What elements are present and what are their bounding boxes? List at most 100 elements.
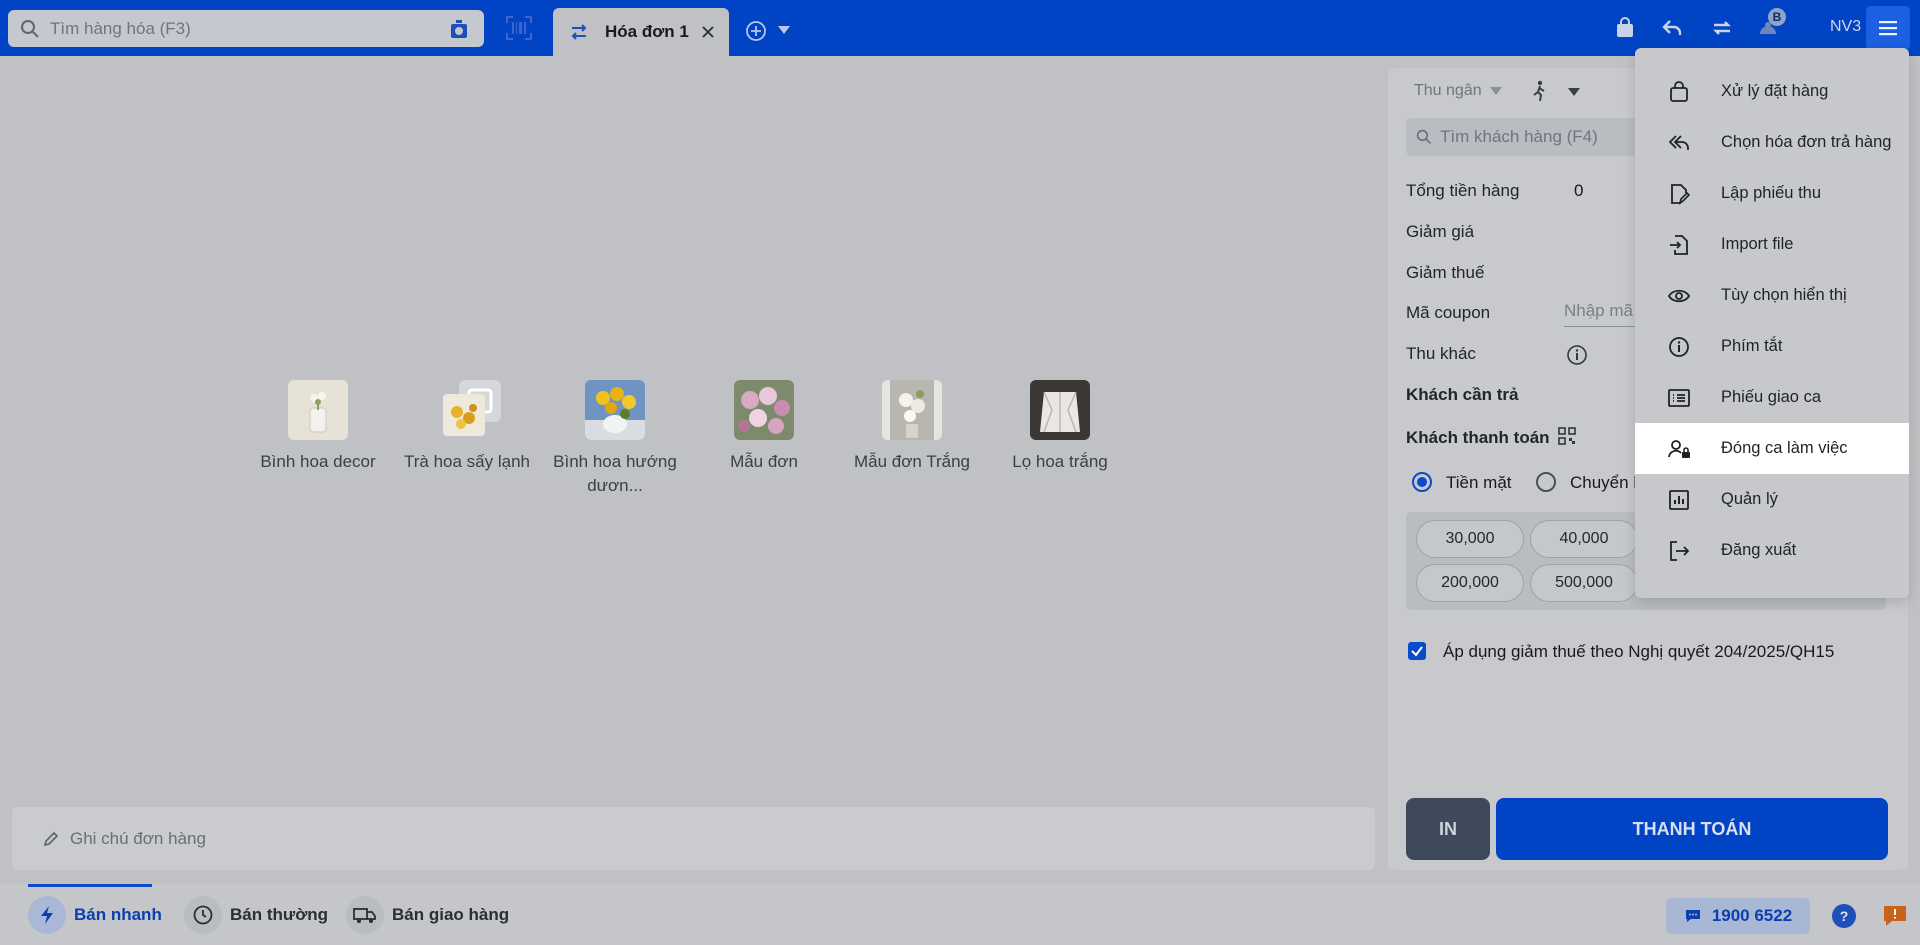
menu-item-label: Đóng ca làm việc — [1721, 439, 1848, 457]
cash-chip[interactable]: 40,000 — [1530, 520, 1638, 558]
tax-checkbox[interactable] — [1408, 642, 1426, 660]
chat-icon — [1685, 910, 1700, 922]
menu-item-import-file[interactable]: Import file — [1635, 219, 1909, 270]
list-icon — [1668, 388, 1690, 407]
mode-quick-sale[interactable]: Bán nhanh — [28, 896, 162, 934]
undo-icon[interactable] — [1660, 16, 1684, 40]
barcode-scan-icon[interactable] — [505, 15, 533, 41]
menu-item-shortcuts[interactable]: Phím tắt — [1635, 321, 1909, 372]
bag-icon — [1670, 80, 1688, 102]
cash-chip[interactable]: 30,000 — [1416, 520, 1524, 558]
mode-normal-sale[interactable]: Bán thường — [184, 896, 328, 934]
order-note[interactable]: Ghi chú đơn hàng — [12, 807, 1375, 870]
add-tab-icon[interactable] — [744, 19, 768, 43]
truck-icon — [346, 896, 384, 934]
tax-checkbox-label: Áp dụng giảm thuế theo Nghị quyết 204/20… — [1443, 642, 1835, 661]
menu-item-receipt[interactable]: Lập phiếu thu — [1635, 168, 1909, 219]
walking-icon[interactable] — [1528, 80, 1550, 102]
product-card[interactable]: Lọ hoa trắng — [996, 380, 1124, 474]
import-icon — [1670, 234, 1688, 255]
menu-item-logout[interactable]: Đăng xuất — [1635, 525, 1909, 576]
user-name[interactable]: NV3 — [1830, 18, 1861, 36]
close-icon[interactable] — [701, 25, 715, 39]
menu-item-shift-report[interactable]: Phiếu giao ca — [1635, 372, 1909, 423]
feedback-icon[interactable] — [1882, 904, 1908, 928]
cashier-select[interactable]: Thu ngân — [1414, 82, 1502, 100]
menu-item-label: Phím tắt — [1721, 337, 1783, 355]
hotline-button[interactable]: 1900 6522 — [1666, 898, 1810, 934]
print-button[interactable]: IN — [1406, 798, 1490, 860]
menu-button[interactable] — [1866, 6, 1910, 50]
order-note-input[interactable]: Ghi chú đơn hàng — [70, 829, 206, 849]
product-image — [585, 380, 645, 440]
customer-paid-label: Khách thanh toán — [1406, 428, 1550, 447]
payment-cash-radio[interactable] — [1412, 472, 1432, 492]
discount-label: Giảm giá — [1406, 222, 1475, 241]
product-card[interactable]: Mẫu đơn — [700, 380, 828, 474]
customer-pay-label: Khách cần trả — [1406, 385, 1519, 404]
pencil-icon — [43, 831, 59, 846]
search-icon — [21, 19, 39, 38]
chevron-down-icon[interactable] — [1568, 88, 1580, 96]
product-image — [734, 380, 794, 440]
customer-search-input[interactable]: Tìm khách hàng (F4) — [1440, 127, 1598, 147]
menu-item-order-processing[interactable]: Xử lý đặt hàng — [1635, 66, 1909, 117]
receipt-edit-icon — [1671, 183, 1691, 205]
search-icon — [1416, 129, 1431, 144]
sync-icon[interactable] — [1710, 16, 1734, 40]
cash-chip[interactable]: 200,000 — [1416, 564, 1524, 602]
menu-item-management[interactable]: Quản lý — [1635, 474, 1909, 525]
product-name: Trà hoa sấy lạnh — [404, 452, 530, 471]
product-card[interactable]: Bình hoa decor — [254, 380, 382, 474]
qr-icon[interactable] — [1558, 427, 1576, 445]
payment-cash-label: Tiền mặt — [1446, 473, 1512, 492]
coupon-input[interactable]: Nhập mã — [1564, 301, 1644, 327]
chevron-down-icon[interactable] — [778, 26, 790, 34]
payment-transfer-radio[interactable] — [1536, 472, 1556, 492]
product-name: Bình hoa decor — [260, 452, 376, 471]
product-image — [1030, 380, 1090, 440]
product-image — [437, 380, 501, 440]
scale-icon[interactable] — [448, 18, 470, 40]
other-income-label: Thu khác — [1406, 344, 1476, 363]
product-search-input[interactable]: Tìm hàng hóa (F3) — [50, 19, 448, 39]
top-bar: Tìm hàng hóa (F3) Hóa đơn 1 B NV3 — [0, 0, 1920, 56]
product-card[interactable]: Bình hoa hướng dươn... — [551, 380, 679, 498]
menu-item-return-invoice[interactable]: Chọn hóa đơn trả hàng — [1635, 117, 1909, 168]
product-card[interactable]: Mẫu đơn Trắng — [848, 380, 976, 474]
info-icon[interactable] — [1566, 344, 1588, 366]
mode-label: Bán nhanh — [74, 905, 162, 924]
hamburger-icon — [1879, 21, 1897, 36]
chevron-down-icon — [1489, 87, 1502, 95]
total-label: Tổng tiền hàng — [1406, 181, 1520, 200]
product-image — [882, 380, 942, 440]
menu-item-close-shift[interactable]: Đóng ca làm việc — [1635, 423, 1909, 474]
bottom-bar: Bán nhanh Bán thường Bán giao hàng 1900 … — [0, 884, 1920, 945]
menu-item-display-options[interactable]: Tùy chọn hiển thị — [1635, 270, 1909, 321]
swap-icon[interactable] — [569, 22, 589, 42]
logout-icon — [1670, 540, 1690, 561]
active-mode-indicator — [28, 884, 152, 887]
menu-item-label: Lập phiếu thu — [1721, 184, 1822, 202]
pay-button[interactable]: THANH TOÁN — [1496, 798, 1888, 860]
help-icon[interactable]: ? — [1832, 904, 1856, 928]
product-card[interactable]: Trà hoa sấy lạnh — [403, 380, 531, 474]
total-value: 0 — [1574, 181, 1584, 200]
menu-item-label: Phiếu giao ca — [1721, 388, 1821, 406]
mode-delivery-sale[interactable]: Bán giao hàng — [346, 896, 509, 934]
product-name: Mẫu đơn — [730, 452, 798, 471]
bag-icon[interactable] — [1613, 16, 1637, 40]
product-name: Bình hoa hướng dươn... — [553, 452, 677, 495]
main-menu-dropdown: Xử lý đặt hàng Chọn hóa đơn trả hàng Lập… — [1635, 48, 1909, 598]
product-search[interactable]: Tìm hàng hóa (F3) — [8, 10, 484, 47]
menu-item-label: Chọn hóa đơn trả hàng — [1721, 133, 1892, 151]
product-image — [288, 380, 348, 440]
cash-chip[interactable]: 500,000 — [1530, 564, 1638, 602]
product-name: Mẫu đơn Trắng — [853, 452, 971, 471]
tab-invoice-1[interactable]: Hóa đơn 1 — [553, 8, 729, 56]
tab-label: Hóa đơn 1 — [605, 22, 689, 41]
mode-label: Bán giao hàng — [392, 905, 510, 924]
chart-icon — [1669, 489, 1689, 510]
menu-item-label: Import file — [1721, 235, 1794, 253]
check-icon — [1411, 646, 1423, 657]
